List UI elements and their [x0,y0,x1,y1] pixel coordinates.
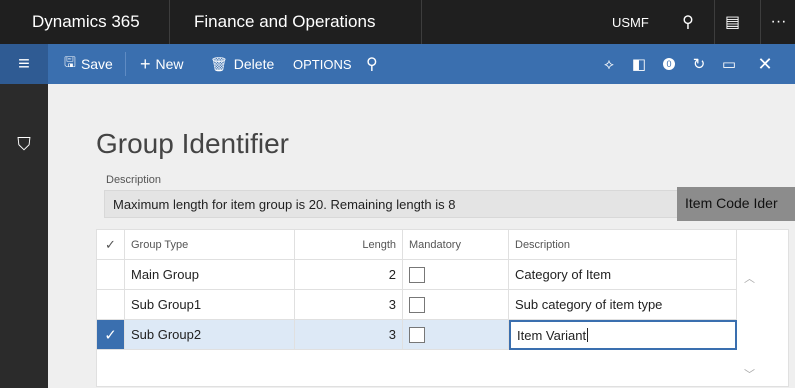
more-icon[interactable]: ··· [760,0,795,44]
mandatory-cell [403,290,509,320]
action-search-icon[interactable]: ⚲ [366,44,378,84]
left-rail: ⛉ [0,84,48,388]
page-content: Group Identifier Description Maximum len… [48,84,795,388]
tooltip: Item Code Ider [677,187,795,221]
top-nav-bar: Dynamics 365 Finance and Operations USMF… [0,0,795,44]
description-field[interactable]: Maximum length for item group is 20. Rem… [104,190,724,218]
group-identifier-grid: ✓ Group Type Length Mandatory Descriptio… [96,229,789,387]
scroll-down-icon[interactable]: ﹀ [744,366,755,382]
company-picker[interactable]: USMF [594,0,680,44]
group-type-cell[interactable]: Sub Group2 [125,320,295,350]
page-title: Group Identifier [96,128,289,159]
text-caret [587,328,589,342]
description-input[interactable]: Item Variant [509,320,737,350]
notification-badge: 0 [663,58,675,70]
scroll-up-icon[interactable]: ︿ [744,270,755,286]
chat-icon[interactable]: ▤ [714,0,750,44]
new-label: New [155,56,184,72]
row-selector[interactable] [97,260,125,290]
description-input-text: Item Variant [517,327,587,343]
notification-icon[interactable]: 0 [654,44,684,84]
open-new-window-icon[interactable]: ▭ [714,44,744,84]
delete-button[interactable]: 🗑 Delete [210,44,274,84]
description-cell[interactable]: Sub category of item type [509,290,737,320]
length-cell[interactable]: 3 [295,290,403,320]
divider [125,52,126,76]
header-description[interactable]: Description [509,230,737,260]
refresh-icon[interactable]: ↻ [684,44,714,84]
plus-icon: + [140,53,151,74]
mandatory-checkbox[interactable] [409,266,425,283]
mandatory-cell [403,320,509,350]
mandatory-checkbox[interactable] [409,326,425,343]
search-icon[interactable]: ⚲ [670,0,706,44]
grid-scrollbar[interactable]: ︿ ﹀ [739,260,759,386]
table-row[interactable]: Main Group 2 Category of Item [97,260,737,290]
connections-icon[interactable]: ⟡ [594,44,624,84]
save-label: Save [80,56,113,72]
description-cell[interactable]: Category of Item [509,260,737,290]
close-icon[interactable]: ✕ [750,44,780,84]
row-selector[interactable] [97,290,125,320]
group-type-cell[interactable]: Sub Group1 [125,290,295,320]
app-name[interactable]: Dynamics 365 [0,0,170,44]
delete-label: Delete [233,56,275,72]
save-button[interactable]: 🖫 Save [64,44,113,84]
trash-icon: 🗑 [210,55,228,72]
group-type-cell[interactable]: Main Group [125,260,295,290]
office-icon[interactable]: ◧ [624,44,654,84]
row-checkmark-icon[interactable]: ✓ [97,320,125,350]
table-row[interactable]: Sub Group1 3 Sub category of item type [97,290,737,320]
length-cell[interactable]: 2 [295,260,403,290]
select-all-checkmark-icon[interactable]: ✓ [97,230,125,260]
module-name[interactable]: Finance and Operations [170,0,422,44]
header-length[interactable]: Length [295,230,403,260]
length-cell[interactable]: 3 [295,320,403,350]
options-button[interactable]: OPTIONS [293,44,352,84]
table-row-selected[interactable]: ✓ Sub Group2 3 Item Variant [97,320,737,350]
grid-header-row: ✓ Group Type Length Mandatory Descriptio… [97,230,737,260]
action-pane: ≡ 🖫 Save + New 🗑 Delete OPTIONS ⚲ ⟡ ◧ 0 … [0,44,795,84]
hamburger-menu-icon[interactable]: ≡ [0,44,48,84]
filter-icon[interactable]: ⛉ [0,134,48,155]
header-group-type[interactable]: Group Type [125,230,295,260]
mandatory-cell [403,260,509,290]
description-label: Description [106,174,162,186]
header-mandatory[interactable]: Mandatory [403,230,509,260]
mandatory-checkbox[interactable] [409,296,425,313]
save-icon: 🖫 [64,54,76,70]
new-button[interactable]: + New [140,44,184,84]
